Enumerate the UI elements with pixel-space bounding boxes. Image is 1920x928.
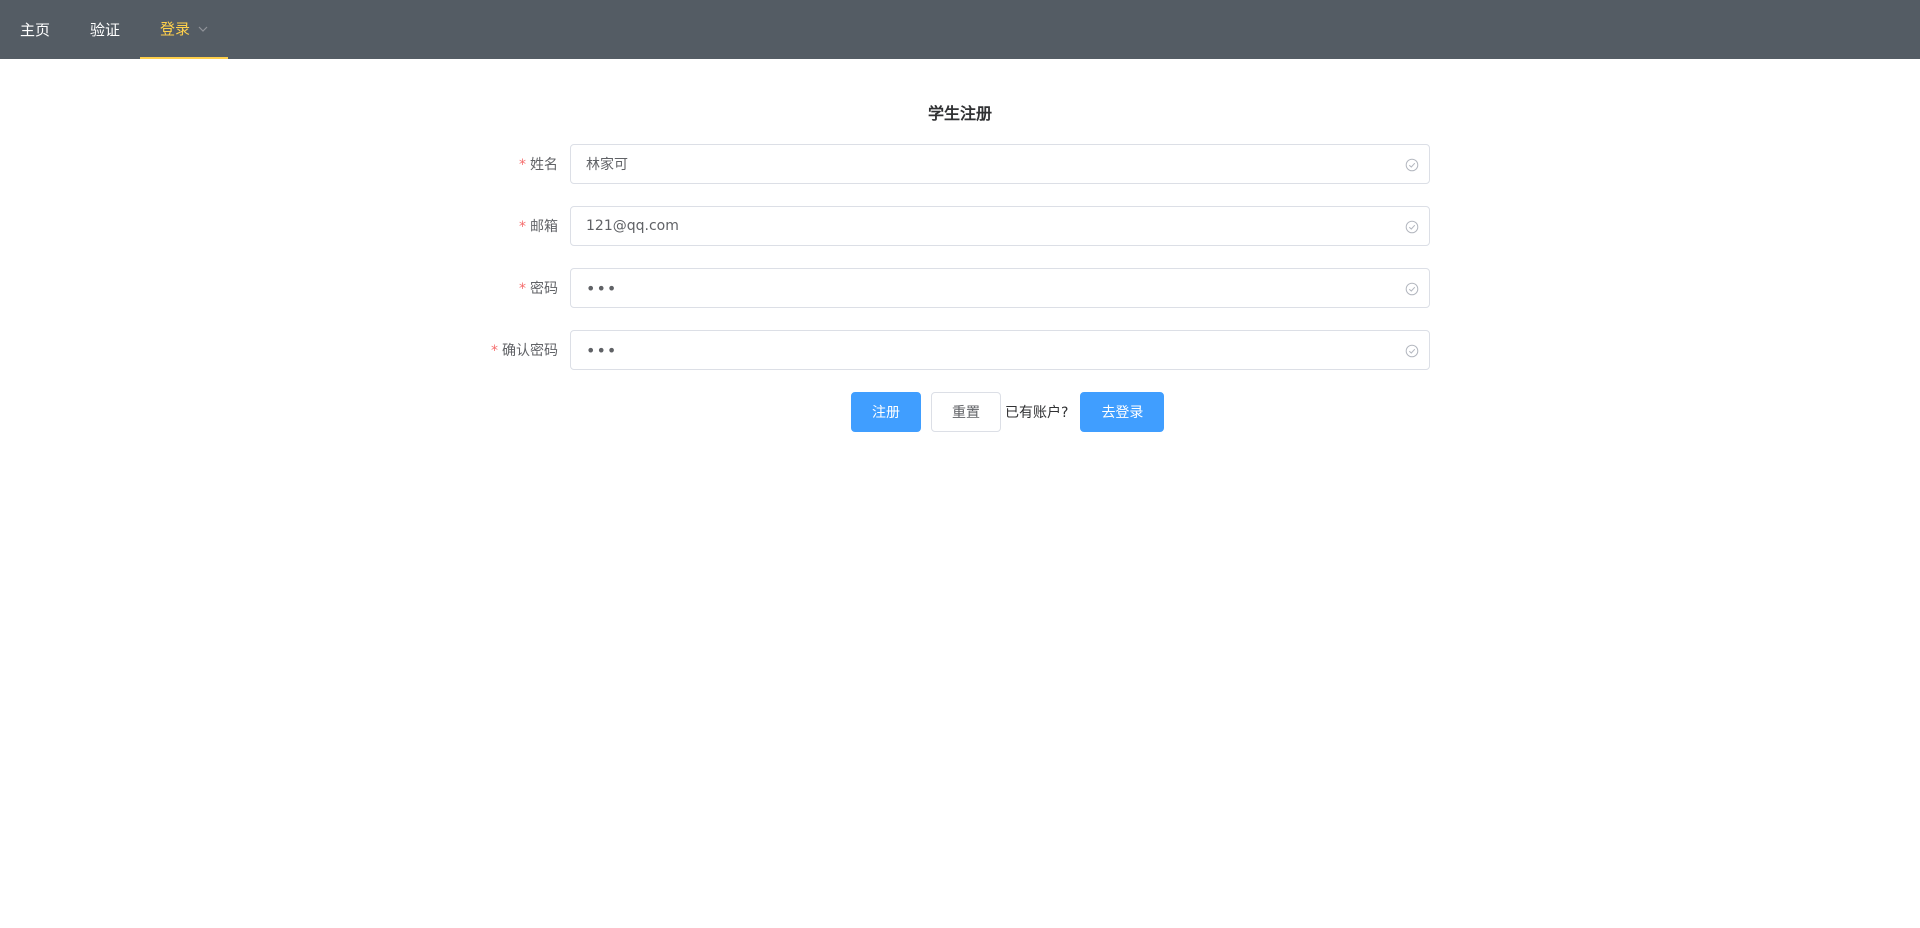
name-input[interactable]: 林家可 (570, 144, 1430, 184)
name-input-value: 林家可 (586, 157, 628, 173)
required-mark: * (491, 343, 498, 359)
confirm-password-input-value: ••• (586, 340, 618, 360)
nav-item-label: 验证 (90, 21, 121, 39)
form-actions: 注册 重置 已有账户? 去登录 (851, 392, 1165, 432)
password-input-value: ••• (586, 278, 618, 298)
goto-login-button[interactable]: 去登录 (1080, 392, 1165, 432)
form-row-confirm-password: * 确认密码 ••• (420, 330, 1440, 370)
email-input[interactable]: 121@qq.com (570, 206, 1430, 246)
email-input-value: 121@qq.com (586, 218, 679, 234)
nav-item-home[interactable]: 主页 (0, 0, 70, 59)
have-account-hint: 已有账户? (1005, 405, 1069, 421)
form-row-password: * 密码 ••• (420, 268, 1440, 308)
circle-check-icon (1405, 282, 1419, 296)
circle-check-icon (1405, 158, 1419, 172)
form-row-email: * 邮箱 121@qq.com (420, 206, 1440, 246)
field-label: * 邮箱 (420, 216, 570, 236)
nav-item-label: 主页 (20, 21, 51, 39)
field-label: * 确认密码 (420, 340, 570, 360)
field-label-text: 密码 (530, 281, 558, 297)
required-mark: * (519, 281, 526, 297)
nav-item-label: 登录 (160, 20, 191, 38)
confirm-password-input[interactable]: ••• (570, 330, 1430, 370)
form-row-name: * 姓名 林家可 (420, 144, 1440, 184)
register-button[interactable]: 注册 (851, 392, 921, 432)
field-label-text: 姓名 (530, 157, 558, 173)
reset-button[interactable]: 重置 (931, 392, 1001, 432)
field-label: * 密码 (420, 278, 570, 298)
required-mark: * (519, 157, 526, 173)
circle-check-icon (1405, 220, 1419, 234)
top-navbar: 主页 验证 登录 (0, 0, 1920, 59)
nav-item-verify[interactable]: 验证 (70, 0, 140, 59)
field-label: * 姓名 (420, 154, 570, 174)
circle-check-icon (1405, 344, 1419, 358)
nav-item-login[interactable]: 登录 (140, 0, 229, 59)
password-input[interactable]: ••• (570, 268, 1430, 308)
field-label-text: 邮箱 (530, 219, 558, 235)
required-mark: * (519, 219, 526, 235)
form-title: 学生注册 (927, 104, 992, 123)
chevron-down-icon (198, 24, 208, 34)
field-label-text: 确认密码 (502, 343, 558, 359)
